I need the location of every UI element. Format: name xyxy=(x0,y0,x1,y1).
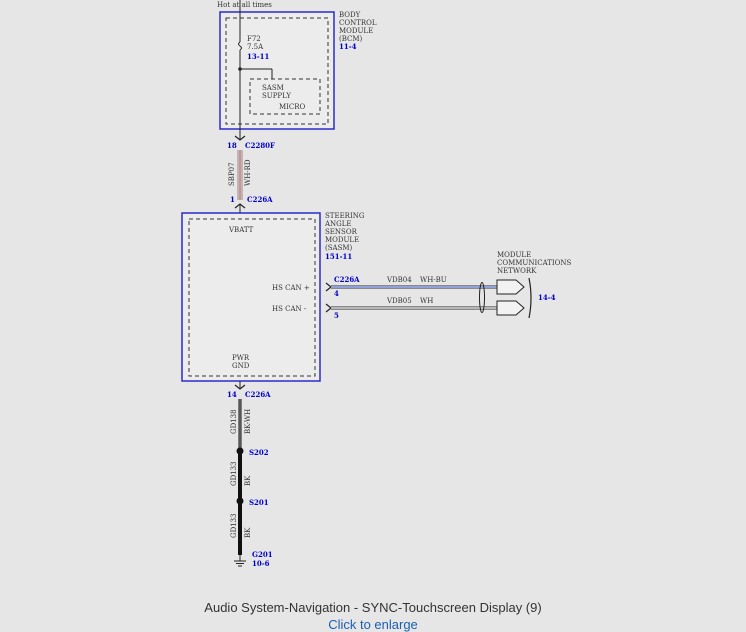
fuse-ref: 13-11 xyxy=(247,52,270,61)
wire-gd138-color: BK-WH xyxy=(244,409,252,434)
c226a-bottom-pin: 14 xyxy=(227,390,237,399)
wiring-diagram: Hot at all times BODY CONTROL MODULE (BC… xyxy=(181,0,572,568)
splice-s202: S202 xyxy=(249,448,269,457)
network-bracket xyxy=(528,277,532,319)
network-title-3: NETWORK xyxy=(497,267,537,275)
bcm-title-1: BODY xyxy=(339,11,361,19)
can-minus-connector xyxy=(325,303,332,313)
sasm-supply-1: SASM xyxy=(262,84,284,92)
sasm-ref: 151-11 xyxy=(325,252,352,261)
diagram-caption: Audio System-Navigation - SYNC-Touchscre… xyxy=(204,600,542,615)
micro-label: MICRO xyxy=(279,103,306,111)
fuse-name: F72 xyxy=(247,35,261,43)
wire-gd133-a-circuit: GD133 xyxy=(230,461,238,486)
hot-label: Hot at all times xyxy=(217,1,272,9)
wire-gd138-circuit: GD138 xyxy=(230,409,238,434)
can-connector-name: C226A xyxy=(334,275,360,284)
network-connector-minus xyxy=(496,300,525,316)
can-minus-pin: 5 xyxy=(334,311,339,320)
vbatt-label: VBATT xyxy=(228,226,254,234)
network-title-2: COMMUNICATIONS xyxy=(497,259,572,267)
network-title-1: MODULE xyxy=(497,251,531,259)
sasm-title-1: STEERING xyxy=(325,212,365,220)
wire-gd133-b-color: BK xyxy=(244,527,252,538)
c226a-bottom-name: C226A xyxy=(245,390,271,399)
wire-sbp07-circuit: SBP07 xyxy=(228,162,236,186)
sasm-title-5: (SASM) xyxy=(325,244,353,252)
wire-vdb04-color: WH-BU xyxy=(420,276,447,284)
bcm-title-2: CONTROL xyxy=(339,19,377,27)
wire-vdb04-circuit: VDB04 xyxy=(386,276,412,284)
hs-can-plus-label: HS CAN + xyxy=(272,284,310,292)
c226a-top-pin: 1 xyxy=(230,195,235,204)
bcm-module-box xyxy=(219,11,335,130)
c226a-top-name: C226A xyxy=(247,195,273,204)
sasm-title-3: SENSOR xyxy=(325,228,358,236)
sasm-supply-2: SUPPLY xyxy=(262,92,291,100)
hs-can-minus-label: HS CAN - xyxy=(272,305,307,313)
c2280f-pin: 18 xyxy=(227,141,237,150)
ground-name: G201 xyxy=(252,550,273,559)
wire-vdb05-circuit: VDB05 xyxy=(386,297,412,305)
network-ref: 14-4 xyxy=(538,293,556,302)
wire-sbp07-color: WH-RD xyxy=(244,159,252,186)
wire-vdb05-color: WH xyxy=(420,297,433,305)
network-connector-plus xyxy=(496,279,525,295)
bcm-ref: 11-4 xyxy=(339,42,357,51)
sasm-title-2: ANGLE xyxy=(324,220,352,228)
c2280f-name: C2280F xyxy=(245,141,275,150)
wire-gd133-b-circuit: GD133 xyxy=(230,513,238,538)
splice-s201: S201 xyxy=(249,498,269,507)
ground-ref: 10-6 xyxy=(252,559,270,568)
fuse-rating: 7.5A xyxy=(247,43,264,51)
sasm-module-box xyxy=(181,212,321,382)
click-to-enlarge-link[interactable]: Click to enlarge xyxy=(0,617,746,632)
wire-gd133-a-color: BK xyxy=(244,475,252,486)
sasm-title-4: MODULE xyxy=(325,236,359,244)
pwr-gnd-1: PWR xyxy=(232,354,250,362)
pwr-gnd-2: GND xyxy=(232,362,250,370)
bcm-title-3: MODULE xyxy=(339,27,373,35)
can-plus-pin: 4 xyxy=(334,289,339,298)
can-plus-connector xyxy=(325,282,332,292)
